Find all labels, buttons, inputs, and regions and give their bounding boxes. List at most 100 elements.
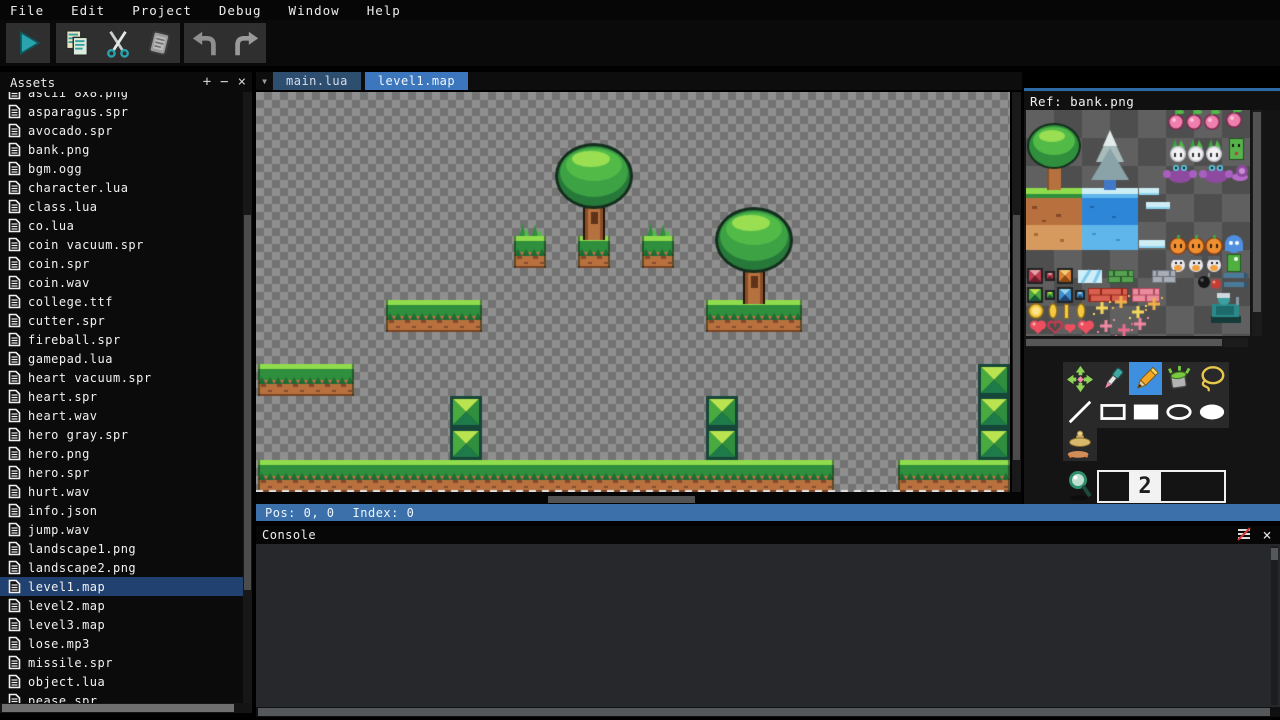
asset-list-item[interactable]: hero gray.spr — [0, 425, 243, 444]
stamp-tool-button[interactable] — [1063, 428, 1097, 461]
file-icon — [8, 427, 21, 442]
asset-file-name: fireball.spr — [28, 333, 121, 347]
asset-list-item[interactable]: avocado.spr — [0, 121, 243, 140]
asset-list-item[interactable]: gamepad.lua — [0, 349, 243, 368]
ellipse-filled-tool-button[interactable] — [1195, 395, 1228, 428]
color-picker-tool-button[interactable] — [1096, 362, 1129, 395]
asset-list-item[interactable]: hero.png — [0, 444, 243, 463]
assets-vertical-scrollbar[interactable] — [243, 92, 252, 703]
fill-tool-button[interactable] — [1162, 362, 1195, 395]
menu-debug[interactable]: Debug — [219, 3, 262, 18]
ellipse-tool-button[interactable] — [1162, 395, 1195, 428]
asset-list-item[interactable]: level3.map — [0, 615, 243, 634]
asset-list-item[interactable]: cutter.spr — [0, 311, 243, 330]
file-icon — [8, 237, 21, 252]
file-icon — [8, 541, 21, 556]
asset-file-name: coin.wav — [28, 276, 90, 290]
rectangle-filled-tool-button[interactable] — [1129, 395, 1162, 428]
toolbar — [0, 20, 1280, 66]
asset-file-name: lose.mp3 — [28, 637, 90, 651]
asset-list-item[interactable]: jump.wav — [0, 520, 243, 539]
play-button[interactable] — [6, 23, 50, 63]
asset-list-item[interactable]: lose.mp3 — [0, 634, 243, 653]
tileset-canvas[interactable] — [1026, 110, 1250, 336]
move-tool-button[interactable] — [1063, 362, 1096, 395]
asset-list-item[interactable]: bank.png — [0, 140, 243, 159]
map-vertical-scrollbar[interactable] — [1012, 92, 1021, 492]
asset-list-item[interactable]: hurt.wav — [0, 482, 243, 501]
asset-list-item[interactable]: character.lua — [0, 178, 243, 197]
asset-list-item[interactable]: level2.map — [0, 596, 243, 615]
asset-file-name: level3.map — [28, 618, 105, 632]
asset-list-item[interactable]: heart vacuum.spr — [0, 368, 243, 387]
asset-list-item[interactable]: coin.spr — [0, 254, 243, 273]
paste-button[interactable] — [140, 24, 178, 62]
asset-list-item[interactable]: object.lua — [0, 672, 243, 691]
redo-button[interactable] — [227, 24, 265, 62]
undo-button[interactable] — [186, 24, 224, 62]
asset-list-item[interactable]: hero.spr — [0, 463, 243, 482]
asset-list-item[interactable]: coin vacuum.spr — [0, 235, 243, 254]
asset-list-item[interactable]: missile.spr — [0, 653, 243, 672]
menu-file[interactable]: File — [10, 3, 44, 18]
map-status-bar: Pos: 0, 0 Index: 0 — [256, 504, 1280, 521]
tileset-horizontal-scrollbar[interactable] — [1026, 338, 1248, 347]
file-icon — [8, 275, 21, 290]
asset-list-item[interactable]: class.lua — [0, 197, 243, 216]
assets-close-button[interactable]: × — [238, 75, 246, 89]
asset-list-item[interactable]: info.json — [0, 501, 243, 520]
console-close-button[interactable]: × — [1262, 529, 1272, 541]
file-icon — [8, 180, 21, 195]
map-canvas[interactable] — [256, 92, 1010, 492]
file-icon — [8, 218, 21, 233]
asset-list-item[interactable]: asparagus.spr — [0, 102, 243, 121]
menu-edit[interactable]: Edit — [71, 3, 105, 18]
console-header: Console × — [256, 526, 1280, 544]
menu-window[interactable]: Window — [289, 3, 340, 18]
pencil-tool-button[interactable] — [1129, 362, 1162, 395]
asset-list-item[interactable]: bgm.ogg — [0, 159, 243, 178]
lasso-tool-button[interactable] — [1195, 362, 1228, 395]
tool-palette — [1063, 362, 1229, 428]
asset-list-item[interactable]: landscape2.png — [0, 558, 243, 577]
asset-list-item[interactable]: level1.map — [0, 577, 243, 596]
tab-level1-map[interactable]: level1.map — [365, 72, 468, 90]
copy-button[interactable] — [58, 24, 96, 62]
map-horizontal-scrollbar[interactable] — [256, 492, 1022, 504]
asset-file-name: college.ttf — [28, 295, 113, 309]
reference-title: Ref: bank.png — [1030, 94, 1134, 109]
history-button-group — [184, 23, 266, 63]
redo-arrow-icon — [231, 28, 261, 58]
cut-button[interactable] — [99, 24, 137, 62]
file-icon — [8, 503, 21, 518]
asset-list-item[interactable]: heart.spr — [0, 387, 243, 406]
asset-list-item[interactable]: pease.spr — [0, 691, 243, 703]
assets-minimize-button[interactable]: − — [220, 75, 228, 89]
file-icon — [8, 332, 21, 347]
rectangle-tool-button[interactable] — [1096, 395, 1129, 428]
asset-list-item[interactable]: fireball.spr — [0, 330, 243, 349]
tileset-vertical-scrollbar[interactable] — [1252, 110, 1262, 336]
assets-add-button[interactable]: + — [203, 75, 211, 89]
console-clear-button[interactable] — [1236, 527, 1252, 544]
asset-list-item[interactable]: coin.wav — [0, 273, 243, 292]
line-tool-button[interactable] — [1063, 395, 1096, 428]
zoom-level-control[interactable]: 2 — [1097, 470, 1226, 503]
asset-list-item[interactable]: landscape1.png — [0, 539, 243, 558]
assets-horizontal-scrollbar[interactable] — [0, 703, 252, 713]
menu-help[interactable]: Help — [367, 3, 401, 18]
asset-list-item[interactable]: ascii 8x8.png — [0, 92, 243, 102]
menu-project[interactable]: Project — [132, 3, 192, 18]
console-horizontal-scrollbar[interactable] — [256, 707, 1280, 717]
edit-button-group — [56, 23, 180, 63]
asset-list-item[interactable]: heart.wav — [0, 406, 243, 425]
file-icon — [8, 598, 21, 613]
tab-list-dropdown[interactable]: ▼ — [256, 72, 273, 90]
console-output[interactable] — [256, 544, 1280, 707]
tab-main-lua[interactable]: main.lua — [273, 72, 361, 90]
asset-file-name: level2.map — [28, 599, 105, 613]
asset-list-item[interactable]: college.ttf — [0, 292, 243, 311]
asset-list-item[interactable]: co.lua — [0, 216, 243, 235]
asset-file-name: asparagus.spr — [28, 105, 128, 119]
console-vertical-scrollbar[interactable] — [1271, 546, 1278, 705]
